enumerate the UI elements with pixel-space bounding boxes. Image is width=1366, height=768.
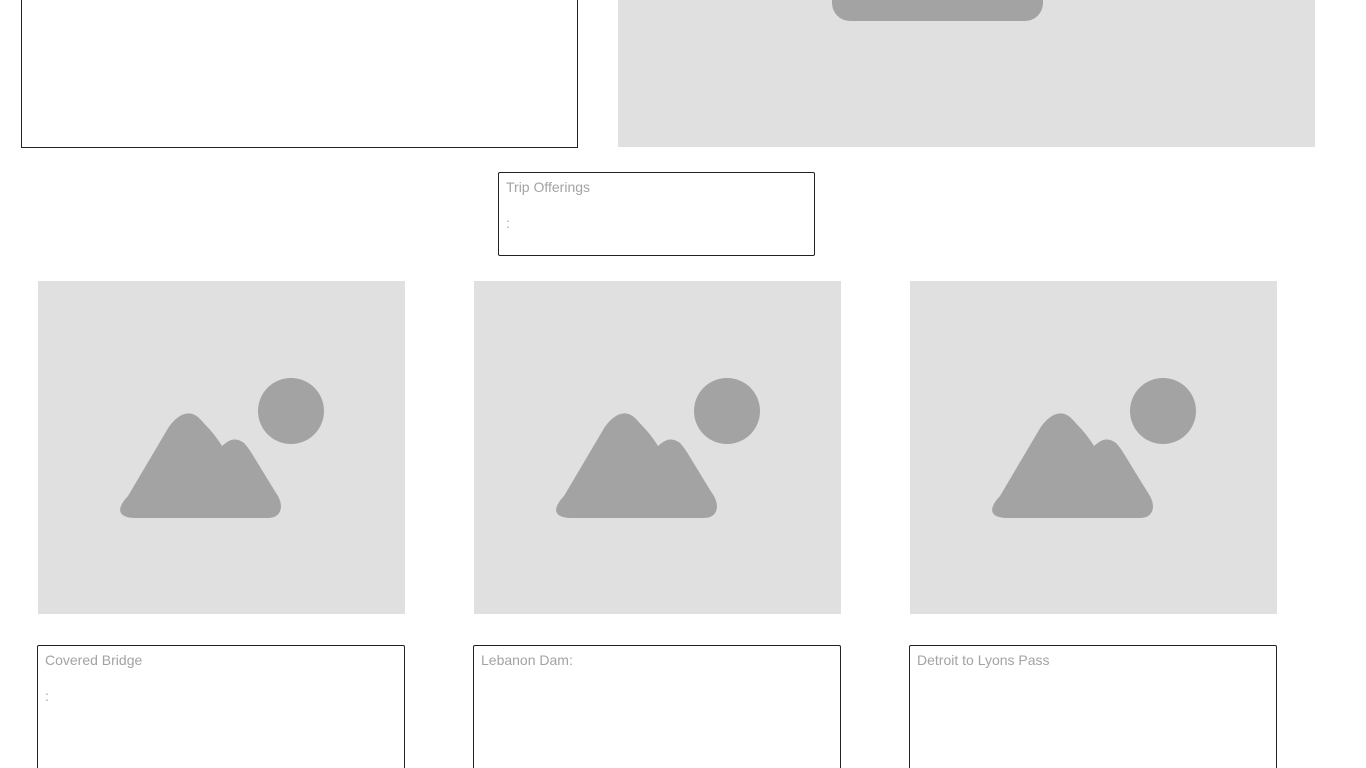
trip-line-3: : [45, 688, 49, 704]
image-placeholder-icon [120, 378, 324, 518]
trip-line-2 [45, 669, 397, 687]
trip-offerings-line-2 [506, 196, 807, 214]
trip-title: Covered Bridge [45, 652, 143, 668]
top-banner-image-placeholder [618, 0, 1315, 147]
image-placeholder-icon [556, 378, 760, 518]
trip-title: Detroit to Lyons Pass [917, 652, 1050, 668]
image-placeholder-icon [992, 378, 1196, 518]
trip-offerings-line-3: : [506, 215, 510, 231]
trip-image-covered-bridge [38, 281, 405, 614]
trip-line-2 [917, 669, 1269, 687]
banner-button-shape [832, 0, 1043, 21]
trip-image-lebanon-dam [474, 281, 841, 614]
trip-line-2 [481, 669, 833, 687]
trip-image-detroit-to-lyons-pass [910, 281, 1277, 614]
trip-text-box-detroit-to-lyons-pass: Detroit to Lyons Pass [909, 645, 1277, 768]
trip-line-3 [481, 687, 833, 705]
trip-title: Lebanon Dam: [481, 652, 573, 668]
top-left-text-box [21, 0, 578, 148]
trip-offerings-text-box: Trip Offerings : [498, 172, 815, 256]
page: Trip Offerings : Covered Bridge : Lebano… [0, 0, 1366, 768]
trip-text-box-lebanon-dam: Lebanon Dam: [473, 645, 841, 768]
trip-line-3 [917, 687, 1269, 705]
trip-offerings-title: Trip Offerings [506, 179, 591, 195]
trip-text-box-covered-bridge: Covered Bridge : [37, 645, 405, 768]
